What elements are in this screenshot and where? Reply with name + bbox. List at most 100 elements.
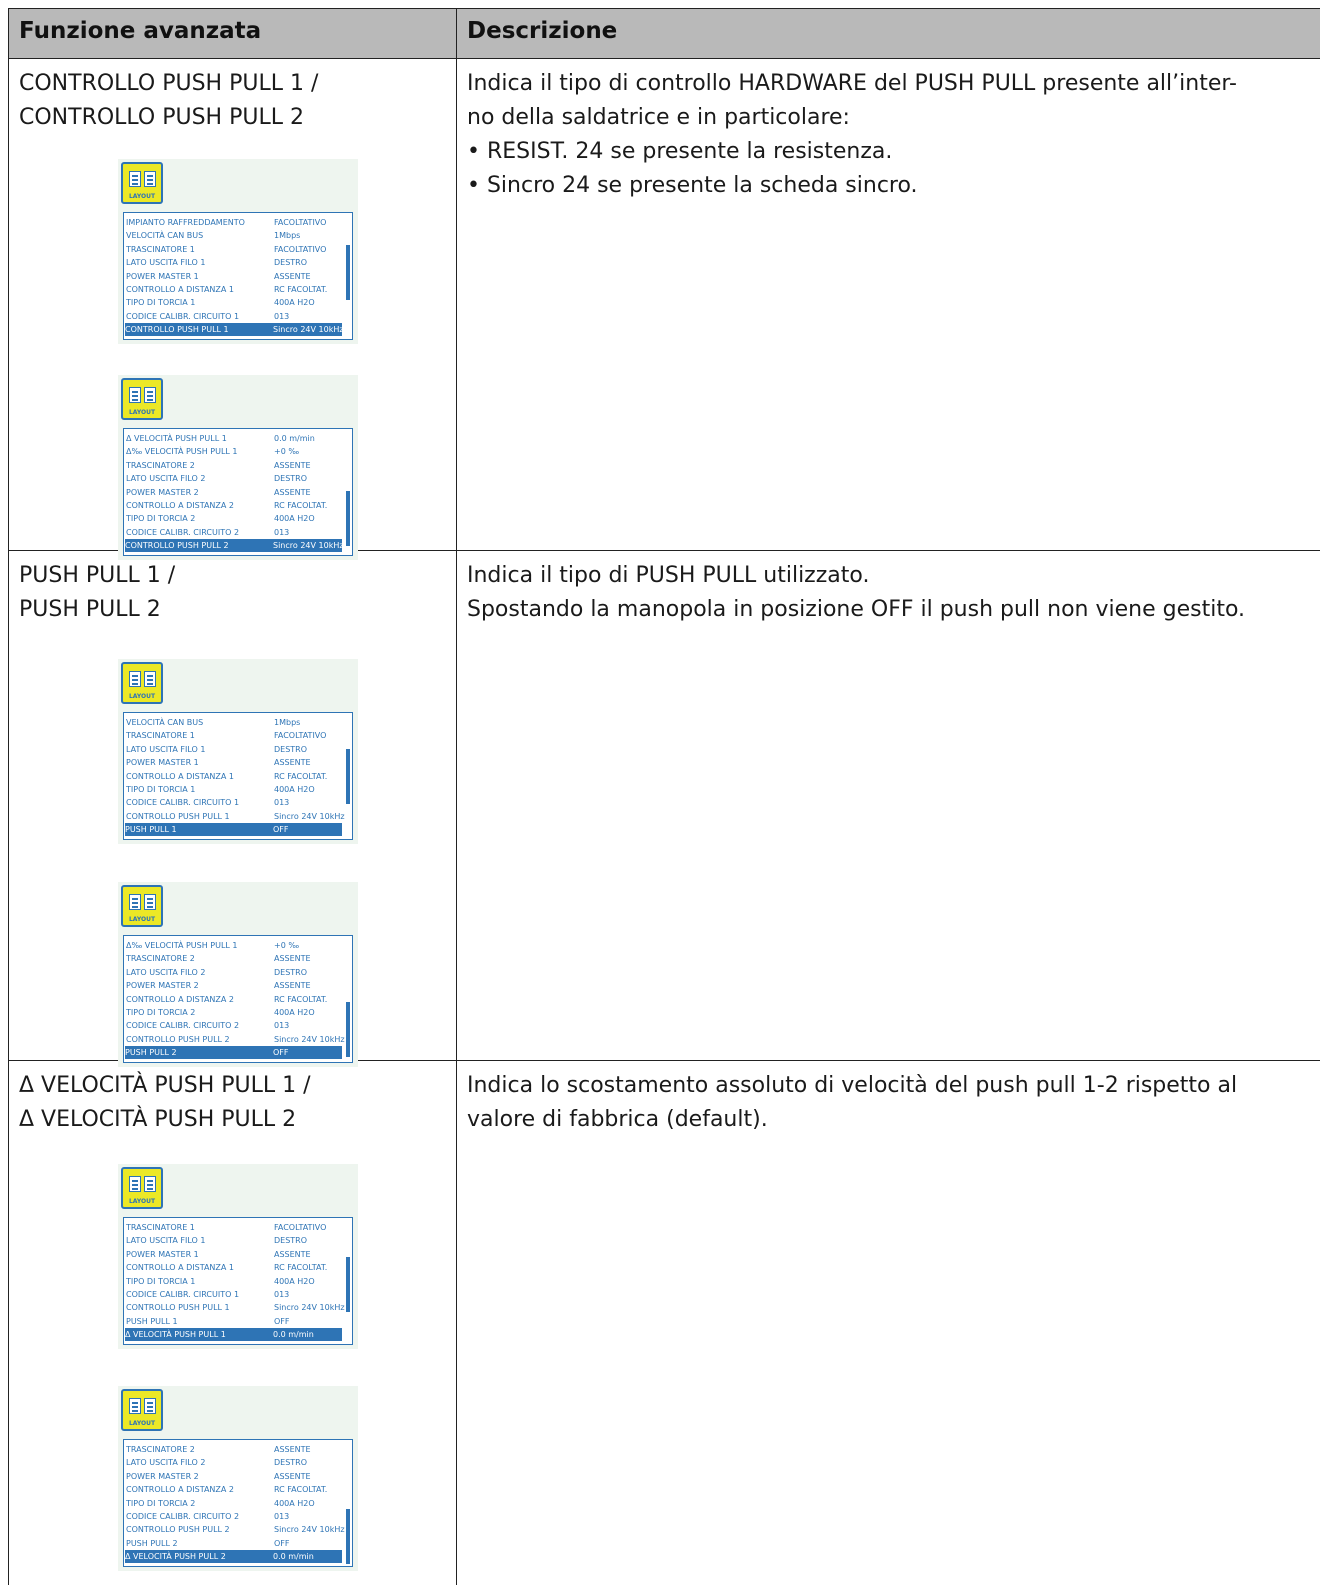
settings-item[interactable]: TIPO DI TORCIA 2 400A H2O [126,1006,342,1019]
settings-item[interactable]: TRASCINATORE 2 ASSENTE [126,1443,342,1456]
settings-item[interactable]: CONTROLLO PUSH PULL 1 Sincro 24V 10kHz [126,810,345,823]
scrollbar-thumb[interactable] [346,1001,350,1057]
settings-item[interactable]: TIPO DI TORCIA 2 400A H2O [126,1497,342,1510]
settings-item[interactable]: CONTROLLO A DISTANZA 2 RC FACOLTAT. [126,993,342,1006]
setting-name: POWER MASTER 1 [126,1249,199,1259]
settings-item[interactable]: IMPIANTO RAFFREDDAMENTO FACOLTATIVO [126,216,342,229]
settings-item[interactable]: LATO USCITA FILO 1 DESTRO [126,256,342,269]
settings-item[interactable]: CODICE CALIBR. CIRCUITO 2 013 [126,1510,342,1523]
setting-value: DESTRO [274,1236,308,1246]
settings-item[interactable]: CODICE CALIBR. CIRCUITO 2 013 [126,1019,342,1032]
setting-value: 1Mbps [274,231,301,241]
settings-item[interactable]: TRASCINATORE 1 FACOLTATIVO [126,243,342,256]
setting-value: 1Mbps [274,718,301,727]
settings-item[interactable]: TIPO DI TORCIA 1 400A H2O [126,783,342,796]
settings-item[interactable]: TIPO DI TORCIA 1 400A H2O [126,296,342,309]
settings-item[interactable]: PUSH PULL 1 OFF [126,1315,342,1328]
settings-item[interactable]: LATO USCITA FILO 1 DESTRO [126,743,342,756]
settings-item[interactable]: VELOCITÀ CAN BUS 1Mbps [126,716,342,729]
setting-value: Sincro 24V 10kHz [274,1525,345,1535]
settings-item-selected[interactable]: Δ VELOCITÀ PUSH PULL 2 0.0 m/min [125,1550,342,1564]
screen-thumbnail: LAYOUT TRASCINATORE 2 ASSENTE LATO USCITA F… [118,1386,358,1571]
settings-item[interactable]: VELOCITÀ CAN BUS 1Mbps [126,229,342,242]
settings-item[interactable]: CONTROLLO PUSH PULL 2 Sincro 24V 10kHz [126,1033,345,1046]
settings-item-selected[interactable]: Δ VELOCITÀ PUSH PULL 1 0.0 m/min [125,1328,342,1342]
settings-item[interactable]: POWER MASTER 1 ASSENTE [126,270,342,283]
setting-name: CONTROLLO A DISTANZA 2 [126,994,234,1004]
settings-item-selected[interactable]: CONTROLLO PUSH PULL 1 Sincro 24V 10kHz [125,323,344,337]
function-line: Δ VELOCITÀ PUSH PULL 1 / [19,1073,311,1098]
settings-item[interactable]: TRASCINATORE 2 ASSENTE [126,459,342,472]
settings-item[interactable]: POWER MASTER 2 ASSENTE [126,486,342,499]
setting-value: ASSENTE [274,1445,311,1454]
function-name: Δ VELOCITÀ PUSH PULL 1 / Δ VELOCITÀ PUSH… [19,1069,311,1137]
settings-item[interactable]: CONTROLLO A DISTANZA 1 RC FACOLTAT. [126,283,342,296]
setting-name: CONTROLLO A DISTANZA 1 [126,1263,234,1273]
scrollbar-thumb[interactable] [346,245,350,301]
setting-value: RC FACOLTAT. [274,771,328,781]
settings-item[interactable]: LATO USCITA FILO 1 DESTRO [126,1234,342,1247]
layout-icon-label: LAYOUT [128,409,156,416]
settings-item[interactable]: TIPO DI TORCIA 2 400A H2O [126,512,342,525]
description-line: Spostando la manopola in posizione OFF i… [467,597,1246,622]
settings-item[interactable]: CODICE CALIBR. CIRCUITO 1 013 [126,310,342,323]
features-table: Funzione avanzata Descrizione CONTROLLO … [8,8,1320,1585]
setting-value: DESTRO [274,1458,308,1468]
settings-item[interactable]: CONTROLLO A DISTANZA 1 RC FACOLTAT. [126,770,342,783]
settings-item[interactable]: PUSH PULL 2 OFF [126,1537,342,1550]
settings-item[interactable]: TRASCINATORE 1 FACOLTATIVO [126,729,342,742]
settings-item[interactable]: TRASCINATORE 1 FACOLTATIVO [126,1221,342,1234]
setting-value: OFF [273,1048,289,1058]
settings-item[interactable]: LATO USCITA FILO 2 DESTRO [126,966,342,979]
settings-item[interactable]: TIPO DI TORCIA 1 400A H2O [126,1275,342,1288]
scrollbar-thumb[interactable] [346,1256,350,1312]
setting-value: DESTRO [274,258,308,268]
setting-value: 013 [274,527,290,537]
settings-item[interactable]: CODICE CALIBR. CIRCUITO 2 013 [126,526,342,539]
setting-name: CONTROLLO PUSH PULL 1 [125,325,229,335]
setting-name: CODICE CALIBR. CIRCUITO 1 [126,1290,240,1299]
settings-item[interactable]: Δ VELOCITÀ PUSH PULL 1 0.0 m/min [126,432,342,445]
settings-item[interactable]: POWER MASTER 2 ASSENTE [126,1470,342,1483]
scrollbar-thumb[interactable] [346,1509,350,1564]
function-line: Δ VELOCITÀ PUSH PULL 2 [19,1107,297,1132]
setting-value: 400A H2O [274,1276,315,1286]
settings-item[interactable]: POWER MASTER 1 ASSENTE [126,1248,342,1261]
function-line: CONTROLLO PUSH PULL 1 / [19,71,319,96]
settings-item[interactable]: POWER MASTER 1 ASSENTE [126,756,342,769]
setting-value: RC FACOLTAT. [274,285,328,294]
description-line: • Sincro 24 se presente la scheda sincro… [467,173,918,198]
settings-item[interactable]: POWER MASTER 2 ASSENTE [126,979,342,992]
scrollbar-thumb[interactable] [346,491,350,547]
header-description: Descrizione [467,18,618,44]
settings-item[interactable]: CONTROLLO A DISTANZA 1 RC FACOLTAT. [126,1261,342,1274]
detail-glyph-icon [144,894,156,910]
setting-value: 0.0 m/min [273,1552,314,1562]
setting-value: 0.0 m/min [274,434,315,443]
settings-item-selected[interactable]: PUSH PULL 1 OFF [125,823,342,837]
layout-icon: LAYOUT [121,1167,163,1209]
scrollbar-thumb[interactable] [346,748,350,804]
settings-item-selected[interactable]: PUSH PULL 2 OFF [125,1046,342,1060]
setting-value: 013 [274,798,290,808]
setting-name: CODICE CALIBR. CIRCUITO 2 [126,1512,240,1521]
setting-name: LATO USCITA FILO 2 [126,1458,206,1468]
settings-item[interactable]: Δ‰ VELOCITÀ PUSH PULL 1 +0 ‰ [126,939,342,952]
settings-item[interactable]: LATO USCITA FILO 2 DESTRO [126,1456,342,1469]
settings-item[interactable]: CONTROLLO A DISTANZA 2 RC FACOLTAT. [126,1483,342,1496]
setting-name: Δ VELOCITÀ PUSH PULL 1 [125,1330,226,1340]
layout-icon: LAYOUT [121,162,163,204]
setting-value: OFF [274,1538,290,1548]
settings-item[interactable]: CODICE CALIBR. CIRCUITO 1 013 [126,1288,342,1301]
settings-item[interactable]: CONTROLLO PUSH PULL 1 Sincro 24V 10kHz [126,1301,345,1314]
setting-name: POWER MASTER 1 [126,271,199,281]
settings-item[interactable]: TRASCINATORE 2 ASSENTE [126,952,342,965]
settings-item[interactable]: CONTROLLO PUSH PULL 2 Sincro 24V 10kHz [126,1523,345,1536]
settings-item[interactable]: Δ‰ VELOCITÀ PUSH PULL 1 +0 ‰ [126,445,342,458]
layout-icon: LAYOUT [121,885,163,927]
settings-item[interactable]: LATO USCITA FILO 2 DESTRO [126,472,342,485]
settings-item[interactable]: CONTROLLO A DISTANZA 2 RC FACOLTAT. [126,499,342,512]
setting-name: TRASCINATORE 2 [126,954,195,964]
settings-item[interactable]: CODICE CALIBR. CIRCUITO 1 013 [126,796,342,809]
setting-name: CODICE CALIBR. CIRCUITO 2 [126,527,240,537]
